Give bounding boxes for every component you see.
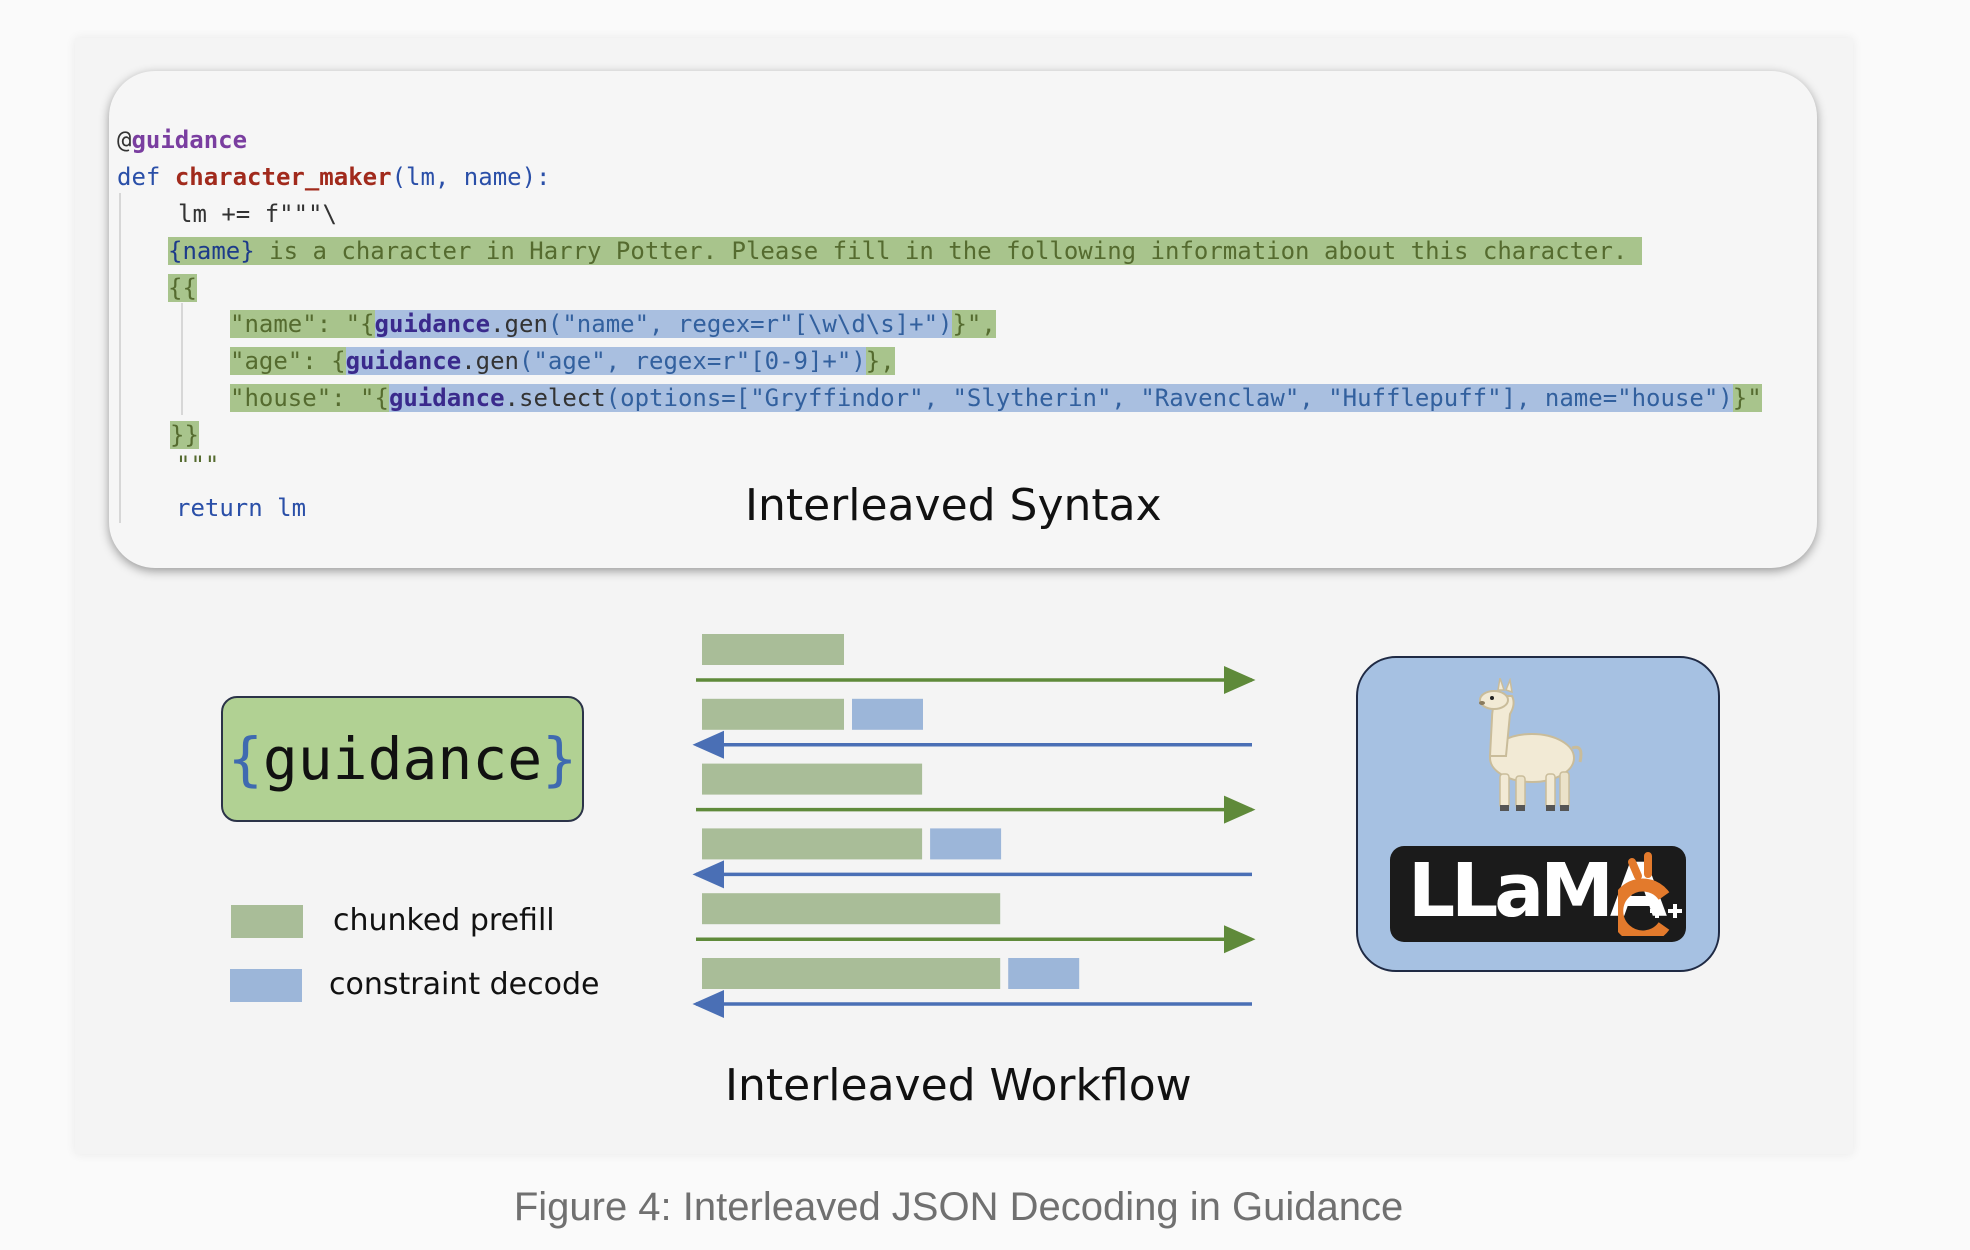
figure-caption: Figure 4: Interleaved JSON Decoding in G… [513,1185,1404,1229]
decode-bar-4 [930,828,1002,860]
prefill-bar-1 [702,634,844,665]
prefill-bar-6 [702,958,1001,989]
title-interleaved-workflow: Interleaved Workflow [725,1060,1192,1111]
prefill-bar-5 [702,893,1001,925]
c-plus-plus-icon [1618,852,1682,936]
prefill-bar-3 [702,763,923,795]
decode-bar-6 [1008,958,1080,989]
llama-icon [1479,678,1583,811]
prefill-bar-2 [702,698,844,730]
decode-bar-2 [852,698,923,730]
prefill-bar-4 [702,828,923,860]
